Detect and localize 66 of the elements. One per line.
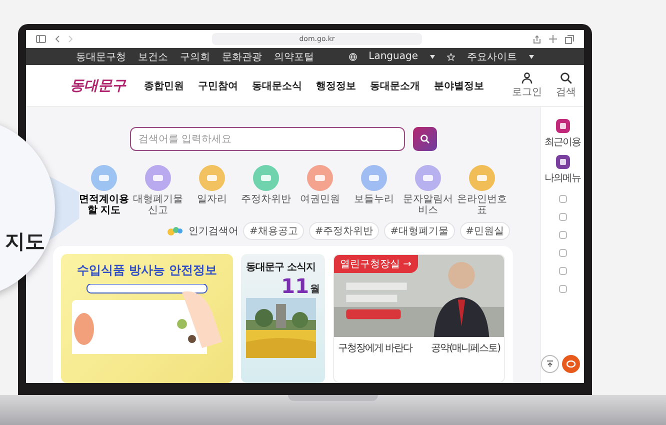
- quick-link[interactable]: 면적계이용할 지도: [79, 165, 129, 216]
- quick-link[interactable]: 온라인번호표: [457, 165, 507, 216]
- search-tag[interactable]: #민원실: [460, 222, 510, 240]
- social-icon[interactable]: [558, 267, 566, 275]
- utility-link[interactable]: 로그인: [512, 72, 542, 99]
- search-field[interactable]: 검색어를 입력하세요: [130, 127, 404, 151]
- search-tag[interactable]: #주정차위반: [308, 222, 380, 240]
- nav-menu-item[interactable]: 종합민원: [144, 78, 184, 92]
- nav-menu-item[interactable]: 동대문소식: [252, 78, 302, 92]
- mayor-link[interactable]: 공약(매니페스토): [431, 341, 500, 355]
- search-tag[interactable]: #채용공고: [243, 222, 304, 240]
- banner-card[interactable]: 수입식품 방사능 안전정보: [61, 254, 233, 383]
- chat-button[interactable]: [562, 355, 580, 373]
- top-bar-link[interactable]: 구의회: [180, 50, 210, 64]
- sidebar-toggle-icon[interactable]: [36, 35, 46, 43]
- globe-icon: [348, 52, 357, 60]
- scroll-top-button[interactable]: [541, 355, 559, 373]
- search-tag[interactable]: #대형폐기물: [384, 222, 455, 240]
- issue-month: 11: [281, 276, 309, 296]
- search-button[interactable]: [412, 127, 436, 151]
- quick-link[interactable]: 여권민원: [295, 165, 345, 205]
- side-menu-item[interactable]: 최근이용: [544, 119, 580, 149]
- nav-menu-item[interactable]: 분야별정보: [434, 78, 484, 92]
- tabs-icon[interactable]: [565, 34, 574, 44]
- sites-selector[interactable]: 주요사이트: [467, 50, 517, 64]
- newsletter-title: 동대문구 소식지: [246, 261, 316, 274]
- quick-link[interactable]: 문자알림서비스: [403, 165, 453, 216]
- month-unit: 월: [310, 283, 320, 296]
- mayor-link[interactable]: 구청장에게 바란다: [338, 341, 412, 355]
- quick-link[interactable]: 보들누리: [349, 165, 399, 205]
- social-icon[interactable]: [558, 285, 566, 293]
- banner-title: 수입식품 방사능 안전정보: [76, 262, 218, 279]
- mayor-office-tag[interactable]: 열린구청장실 →: [334, 255, 418, 273]
- popular-searches-label: 인기검색어: [188, 225, 238, 238]
- side-menu-item[interactable]: 나의메뉴: [544, 155, 580, 185]
- share-icon[interactable]: [533, 34, 541, 44]
- nav-menu-item[interactable]: 구민참여: [198, 78, 238, 92]
- caret-icon: [430, 54, 435, 58]
- social-icon[interactable]: [558, 231, 566, 239]
- top-bar-link[interactable]: 문화관광: [222, 50, 262, 64]
- search-icon: [560, 72, 572, 84]
- magnified-label: 지도: [5, 228, 45, 255]
- mayor-card[interactable]: 열린구청장실 → 구청장에게 바란다 공약(매니페스토): [333, 254, 505, 383]
- newsletter-card[interactable]: 동대문구 소식지 11 월: [241, 254, 325, 383]
- top-bar-link[interactable]: 보건소: [138, 50, 168, 64]
- top-bar-link[interactable]: 의약포털: [274, 50, 314, 64]
- caret-icon: [529, 54, 534, 58]
- social-icon[interactable]: [558, 249, 566, 257]
- plus-icon[interactable]: [549, 35, 557, 43]
- back-icon[interactable]: [54, 35, 60, 43]
- nav-menu-item[interactable]: 동대문소개: [370, 78, 420, 92]
- star-icon: [447, 52, 455, 60]
- user-icon: [521, 72, 533, 84]
- site-logo[interactable]: 동대문구: [70, 76, 126, 94]
- arrow-up-icon: [546, 360, 554, 368]
- social-icon[interactable]: [558, 213, 566, 221]
- quick-link[interactable]: 대형폐기물신고: [133, 165, 183, 216]
- top-bar-link[interactable]: 동대문구청: [76, 50, 126, 64]
- search-icon: [420, 134, 430, 144]
- utility-link[interactable]: 검색: [556, 72, 576, 99]
- quick-link[interactable]: 주정차위반: [241, 165, 291, 205]
- nav-menu-item[interactable]: 행정정보: [316, 78, 356, 92]
- language-selector[interactable]: Language: [368, 51, 418, 62]
- quick-link[interactable]: 일자리: [187, 165, 237, 205]
- chat-icon: [566, 360, 576, 368]
- social-icon[interactable]: [558, 195, 566, 203]
